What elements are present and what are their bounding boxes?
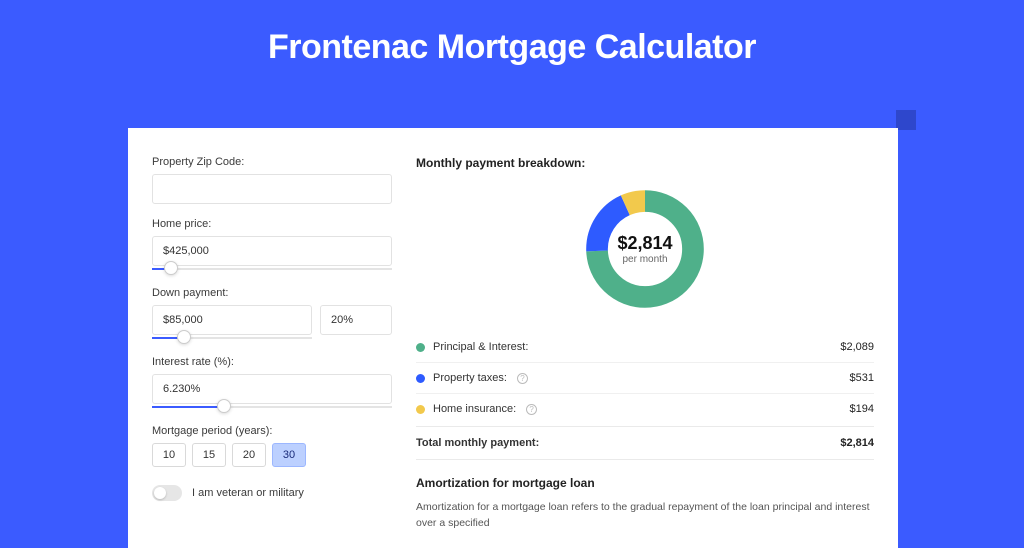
breakdown-heading: Monthly payment breakdown: [416, 156, 874, 170]
zip-field: Property Zip Code: [152, 156, 392, 204]
form-column: Property Zip Code: Home price: Down paym… [152, 156, 392, 548]
info-icon[interactable]: ? [517, 373, 528, 384]
decorative-accent [896, 110, 916, 130]
toggle-knob [154, 487, 166, 499]
legend-value: $2,089 [840, 341, 874, 353]
legend-row: Home insurance:? $194 [416, 393, 874, 424]
total-label: Total monthly payment: [416, 437, 539, 449]
legend-label: Property taxes: [433, 372, 507, 384]
period-option-30[interactable]: 30 [272, 443, 306, 467]
legend-dot [416, 374, 425, 383]
calculator-card: Property Zip Code: Home price: Down paym… [128, 128, 898, 548]
home-price-field: Home price: [152, 218, 392, 273]
legend-label: Principal & Interest: [433, 341, 528, 353]
donut-amount: $2,814 [617, 233, 672, 254]
interest-rate-field: Interest rate (%): [152, 356, 392, 411]
down-payment-slider[interactable] [152, 334, 312, 342]
legend-row: Principal & Interest: $2,089 [416, 332, 874, 362]
legend-value: $531 [850, 372, 874, 384]
zip-label: Property Zip Code: [152, 156, 392, 168]
down-payment-pct-input[interactable] [320, 305, 392, 335]
donut-wrap: $2,814 per month [416, 184, 874, 314]
legend: Principal & Interest: $2,089 Property taxe… [416, 332, 874, 424]
down-payment-field: Down payment: [152, 287, 392, 342]
period-options: 10152030 [152, 443, 392, 467]
info-icon[interactable]: ? [526, 404, 537, 415]
amort-text: Amortization for a mortgage loan refers … [416, 500, 874, 532]
period-label: Mortgage period (years): [152, 425, 392, 437]
down-payment-label: Down payment: [152, 287, 392, 299]
total-row: Total monthly payment: $2,814 [416, 426, 874, 460]
donut-chart: $2,814 per month [580, 184, 710, 314]
zip-input[interactable] [152, 174, 392, 204]
slider-thumb[interactable] [217, 399, 231, 413]
period-field: Mortgage period (years): 10152030 [152, 425, 392, 467]
total-value: $2,814 [840, 437, 874, 449]
period-option-20[interactable]: 20 [232, 443, 266, 467]
period-option-10[interactable]: 10 [152, 443, 186, 467]
donut-sub: per month [622, 254, 667, 265]
interest-rate-input[interactable] [152, 374, 392, 404]
legend-value: $194 [850, 403, 874, 415]
down-payment-amount-input[interactable] [152, 305, 312, 335]
home-price-label: Home price: [152, 218, 392, 230]
legend-dot [416, 405, 425, 414]
page-title: Frontenac Mortgage Calculator [0, 0, 1024, 89]
period-option-15[interactable]: 15 [192, 443, 226, 467]
slider-thumb[interactable] [177, 330, 191, 344]
legend-label: Home insurance: [433, 403, 516, 415]
veteran-label: I am veteran or military [192, 487, 304, 499]
slider-thumb[interactable] [164, 261, 178, 275]
legend-dot [416, 343, 425, 352]
breakdown-column: Monthly payment breakdown: $2,814 per mo… [416, 156, 874, 548]
donut-center: $2,814 per month [580, 184, 710, 314]
amort-block: Amortization for mortgage loan Amortizat… [416, 476, 874, 532]
interest-rate-label: Interest rate (%): [152, 356, 392, 368]
veteran-toggle[interactable] [152, 485, 182, 501]
home-price-slider[interactable] [152, 265, 392, 273]
amort-heading: Amortization for mortgage loan [416, 476, 874, 490]
veteran-row: I am veteran or military [152, 485, 392, 501]
legend-row: Property taxes:? $531 [416, 362, 874, 393]
interest-rate-slider[interactable] [152, 403, 392, 411]
home-price-input[interactable] [152, 236, 392, 266]
